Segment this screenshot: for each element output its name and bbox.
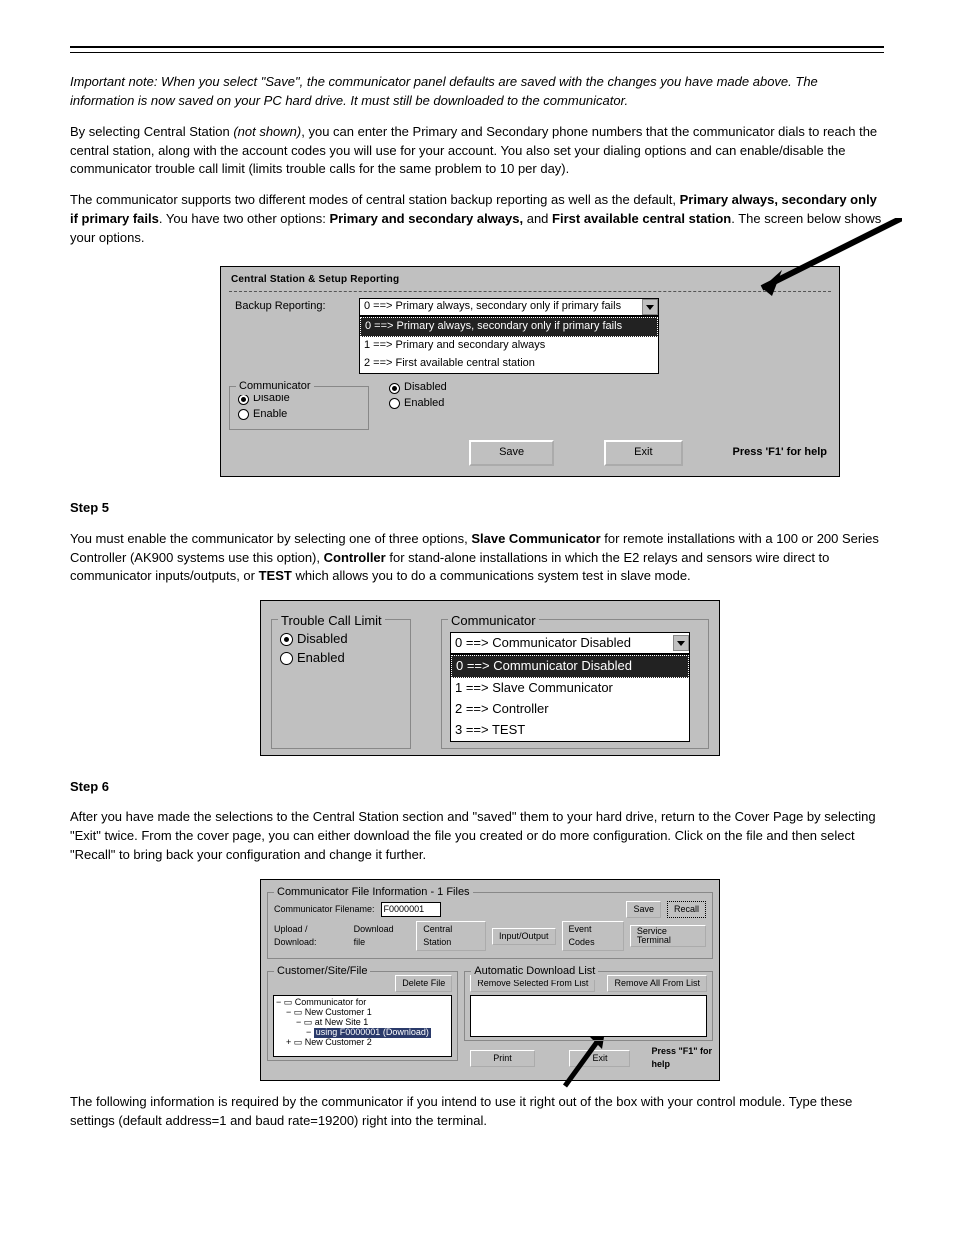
tab-central-station[interactable]: Central Station	[416, 921, 486, 951]
communicator-mode-group: Communicator 0 ==> Communicator Disabled…	[441, 619, 709, 748]
radio-enabled[interactable]: Enabled	[389, 396, 831, 412]
dropdown-option[interactable]: 2 ==> Controller	[451, 699, 689, 720]
tab-service-terminal[interactable]: Service Terminal	[630, 925, 706, 947]
chevron-down-icon[interactable]	[673, 635, 689, 651]
backup-reporting-label: Backup Reporting:	[229, 299, 359, 315]
tab-event-codes[interactable]: Event Codes	[562, 921, 624, 951]
save-button[interactable]: Save	[626, 901, 661, 918]
dropdown-option[interactable]: 2 ==> First available central station	[360, 355, 658, 373]
note-important: Important note: When you select "Save", …	[70, 74, 818, 108]
paragraph-step5: You must enable the communicator by sele…	[70, 530, 884, 587]
backup-reporting-options[interactable]: 0 ==> Primary always, secondary only if …	[359, 316, 659, 374]
radio-icon	[238, 409, 249, 420]
save-button[interactable]: Save	[469, 440, 554, 466]
filename-label: Communicator Filename:	[274, 903, 375, 916]
auto-download-list-group: Automatic Download List Remove Selected …	[464, 971, 713, 1041]
trouble-call-limit-group: Trouble Call Limit Disabled Enabled	[271, 619, 411, 748]
dropdown-option[interactable]: 0 ==> Communicator Disabled	[451, 655, 689, 678]
communicator-enable-panel: Trouble Call Limit Disabled Enabled Comm…	[260, 600, 720, 755]
delete-file-button[interactable]: Delete File	[395, 975, 452, 992]
download-list[interactable]	[470, 995, 707, 1037]
help-hint: Press 'F1' for help	[733, 445, 831, 461]
paragraph-step6: After you have made the selections to th…	[70, 808, 884, 865]
radio-icon	[238, 394, 249, 405]
dropdown-option[interactable]: 3 ==> TEST	[451, 720, 689, 741]
tab-input-output[interactable]: Input/Output	[492, 928, 556, 945]
radio-icon	[389, 398, 400, 409]
upload-download-label: Upload / Download:	[274, 923, 348, 949]
dropdown-option[interactable]: 1 ==> Primary and secondary always	[360, 337, 658, 355]
customer-site-file-group: Customer/Site/File Delete File − ▭ Commu…	[267, 971, 458, 1061]
chevron-down-icon[interactable]	[642, 299, 658, 315]
radio-enabled[interactable]: Enabled	[280, 649, 402, 668]
radio-disabled[interactable]: Disabled	[280, 630, 402, 649]
remove-all-button[interactable]: Remove All From List	[607, 975, 707, 992]
filename-field[interactable]: F0000001	[381, 902, 441, 917]
step6-label: Step 6	[70, 778, 884, 797]
print-button[interactable]: Print	[470, 1050, 535, 1067]
communicator-mode-options[interactable]: 0 ==> Communicator Disabled 1 ==> Slave …	[450, 654, 690, 741]
radio-icon	[280, 633, 293, 646]
upload-download-value: Download file	[354, 923, 405, 949]
recall-button[interactable]: Recall	[667, 901, 706, 918]
communicator-mode-dropdown[interactable]: 0 ==> Communicator Disabled	[450, 632, 690, 654]
paragraph-required-info: The following information is required by…	[70, 1093, 884, 1131]
file-tree[interactable]: − ▭ Communicator for − ▭ New Customer 1 …	[273, 995, 452, 1057]
communicator-group: Communicator Disable Enable	[229, 386, 369, 430]
arrow-pointer-icon	[732, 218, 902, 303]
step5-label: Step 5	[70, 499, 884, 518]
cover-page-panel: Communicator File Information - 1 Files …	[260, 879, 720, 1081]
radio-icon	[280, 652, 293, 665]
radio-disabled[interactable]: Disabled	[389, 380, 831, 396]
exit-button[interactable]: Exit	[604, 440, 682, 466]
dropdown-option[interactable]: 0 ==> Primary always, secondary only if …	[360, 317, 658, 337]
paragraph-central-station: By selecting Central Station (not shown)…	[70, 123, 884, 180]
dropdown-option[interactable]: 1 ==> Slave Communicator	[451, 678, 689, 699]
help-hint: Press "F1" for help	[652, 1045, 714, 1071]
file-info-group: Communicator File Information - 1 Files …	[267, 892, 713, 959]
radio-icon	[389, 383, 400, 394]
radio-enable[interactable]: Enable	[238, 407, 360, 423]
backup-reporting-dropdown[interactable]: 0 ==> Primary always, secondary only if …	[359, 298, 659, 316]
